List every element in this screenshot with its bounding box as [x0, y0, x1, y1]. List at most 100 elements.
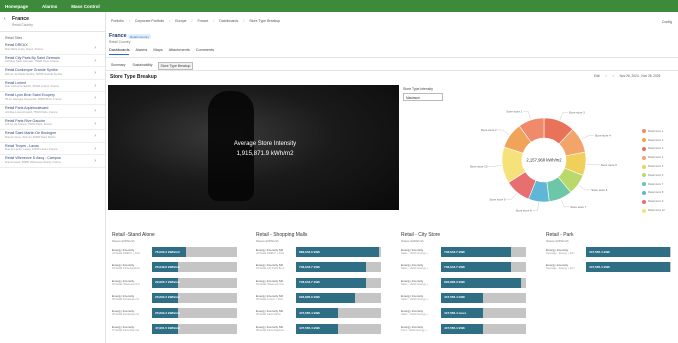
page-badge: Retail Country [128, 34, 152, 39]
site-address: 100 Rue Saint Germain, 75006 Paris, Fran… [5, 60, 59, 64]
bar-value: 447,565.4 kWh [299, 310, 321, 315]
legend-item[interactable]: Retail store 10 [642, 206, 665, 215]
edit-button[interactable]: Edit [594, 74, 600, 78]
card-row[interactable]: Energy Intensity Sales - HVAC Energy +447… [401, 292, 527, 304]
legend-item[interactable]: Retail store 5 [642, 162, 665, 171]
chevron-right-icon: › [94, 107, 96, 114]
sidebar-site-item[interactable]: Retail Paris Aqueboulevard 4-6 Rue Louis … [0, 105, 105, 118]
legend-label: Retail store 10 [648, 209, 665, 213]
card-row[interactable]: Energy Intensity Sales - HVAC Energy +626… [401, 277, 527, 289]
hero-value: 1,915,871.9 kWh/m2 [236, 150, 294, 157]
row-sublabel: 06 Retail Saint Martin [256, 313, 281, 317]
tab-alarms[interactable]: Alarms [135, 48, 147, 55]
nav-alarms[interactable]: Alarms [42, 4, 57, 9]
bar-value: 29,905.7 kWh/m2 [155, 280, 180, 285]
slice-label: Store store 3 [569, 111, 585, 115]
back-icon[interactable]: ‹ [4, 16, 12, 22]
legend-item[interactable]: Retail store 2 [642, 136, 665, 145]
legend-item[interactable]: Retail store 1 [642, 127, 665, 136]
breadcrumb-item[interactable]: Dashboards [219, 19, 238, 23]
row-sublabel: Sales - HVAC Energy + [401, 282, 428, 286]
tab-maps[interactable]: Maps [153, 48, 162, 55]
card-row[interactable]: Energy Intensity 07 Retail Paris Rive Ga 4… [112, 323, 238, 335]
slice-leader-line [488, 165, 502, 167]
card-row[interactable]: Energy Intensity Mil 03 Retail City Paris… [256, 262, 382, 273]
sidebar-site-item[interactable]: Retail Lorient Rue Colonel le Sardin, 561… [0, 80, 105, 93]
card-row[interactable]: Energy Intensity SCH - HVAC Energy +447,5… [401, 323, 527, 335]
bar-value: 626,806.3 kWh [444, 280, 466, 285]
card-row[interactable]: Energy Intensity 02 Retail Villeneuve D A… [112, 277, 238, 289]
store-type-cards: Retail -Stand Alone Stores (kWh/m2) Energy… [112, 232, 678, 342]
card-row[interactable]: Energy Intensity 05 Retail Dunkerque Gr 25… [112, 292, 238, 304]
card-row[interactable]: Energy Intensity 06 Retail Dunkerque Gr 25… [112, 308, 238, 319]
subtab-store-type-breakup[interactable]: Store Type Breakup [157, 62, 194, 70]
card-row[interactable]: Energy Intensity Sales - HVAC Energy +447… [401, 308, 527, 319]
card-row[interactable]: Energy Intensity Mil 05 Retail Lorient + … [256, 292, 382, 304]
card-row[interactable]: Energy Intensity 04 Retail DREUX + Pow 76,… [112, 247, 238, 258]
legend-item[interactable]: Retail store 7 [642, 180, 665, 189]
site-address: Rue de Gime, ZAC du, 62280 Saint Martin [5, 135, 56, 139]
tab-attachments[interactable]: Attachments [169, 48, 190, 55]
breadcrumb-item[interactable]: France [197, 19, 208, 23]
card-row[interactable]: Energy Intensity Sales - HVAC Energy +748… [401, 247, 527, 258]
sidebar-site-item[interactable]: Retail City Paris By Saint Germain 100 Ru… [0, 55, 105, 68]
sidebar-site-item[interactable]: Retail Paris Rive Gauche 115 Av. de Franc… [0, 118, 105, 131]
sidebar-site-item[interactable]: Retail Saint Martin De Boulogne Rue de Gi… [0, 130, 105, 143]
legend-item[interactable]: Retail store 6 [642, 171, 665, 180]
breadcrumb-item[interactable]: Portfolio [111, 19, 124, 23]
sidebar-site-item[interactable]: Retail DREUX Rue Marie Curie, Dreux, Fran… [0, 42, 105, 55]
sidebar-header: ‹ France Retail Country [0, 12, 105, 32]
slice-leader-line [581, 135, 594, 140]
row-sublabel: SCH - HVAC Energy + [401, 328, 427, 332]
bar-value: 76,633.2 kWh/m2 [155, 249, 180, 254]
top-navigation-bar: Homepage Alarms Mass Control [0, 0, 678, 12]
breadcrumb-separator: / [169, 19, 171, 23]
subtab-sustainability[interactable]: Sustainability [131, 62, 155, 70]
tab-dashboards[interactable]: Dashboards [109, 48, 130, 55]
sidebar-site-item[interactable]: Retail Troyes - Lavau Rue de Lavau, Lavau… [0, 143, 105, 156]
card-row[interactable]: Energy Intensity Openage - Energy + ELY 44… [546, 262, 672, 273]
breadcrumb-separator: / [128, 19, 130, 23]
legend-item[interactable]: Retail store 9 [642, 197, 665, 206]
site-address: 115 Av. de France, 75013 Paris, France [5, 123, 53, 127]
breadcrumb-item[interactable]: Store Type Breakup [249, 19, 280, 23]
hero-label: Average Store Intensity [233, 141, 297, 147]
chevron-right-icon: › [94, 145, 96, 152]
slice-leader-line [532, 202, 539, 211]
date-range-picker[interactable]: Nov 26, 2024 - Nov 26, 2025 [620, 74, 661, 78]
row-sublabel: 04 Retail DREUX + Pow [112, 252, 141, 255]
sidebar-site-item[interactable]: Retail Dunkerque Grande Synthe 200 Av. de… [0, 67, 105, 80]
next-period-button[interactable]: › [613, 74, 614, 78]
breadcrumb-item[interactable]: Corporate Portfolio [135, 19, 164, 23]
subtab-summary[interactable]: Summary [109, 62, 128, 70]
subtabs-divider [106, 70, 678, 71]
sidebar-site-item[interactable]: Retail Villeneuve D Ascq - Campus Rue du … [0, 155, 105, 168]
legend-item[interactable]: Retail store 3 [642, 145, 665, 154]
card-title: Retail - Park [546, 232, 574, 238]
slice-label: Store store 9 [489, 197, 505, 201]
card-title: Retail -Stand Alone [112, 232, 155, 238]
page-title: France [109, 33, 127, 39]
bar-value: 447,565.4 more [444, 310, 467, 315]
store-type-select[interactable]: Maximum [403, 93, 443, 101]
chevron-right-icon: › [94, 70, 96, 77]
legend-label: Retail store 7 [648, 182, 664, 186]
row-sublabel: 06 Retail Dunkerque Gr [112, 313, 140, 317]
card-row[interactable]: Energy Intensity 03 Retail Paris Aquebou 2… [112, 262, 238, 273]
card-row[interactable]: Energy Intensity Mil 02 Retail DREUX + Po… [256, 247, 382, 258]
nav-homepage[interactable]: Homepage [5, 4, 28, 9]
tab-comments[interactable]: Comments [196, 48, 214, 55]
card-row[interactable]: Energy Intensity Mil 06 Retail Saint Mart… [256, 308, 382, 319]
breadcrumb-item[interactable]: Europe [175, 19, 186, 23]
sidebar-site-item[interactable]: Retail Lyon Bron Saint Exupery 35 Av. Geo… [0, 92, 105, 105]
legend-item[interactable]: Retail store 8 [642, 189, 665, 198]
card-row[interactable]: Energy Intensity Sales - HVAC Energy +748… [401, 262, 527, 273]
config-button[interactable]: Config [662, 20, 672, 24]
legend-swatch [642, 146, 646, 151]
card-row[interactable]: Energy Intensity Mil 04 Retail Villeneuve… [256, 277, 382, 289]
card-row[interactable]: Energy Intensity Mil 08 Retail Paris Aque… [256, 323, 382, 335]
card-row[interactable]: Energy Intensity Openage - Energy + ELY 44… [546, 247, 672, 258]
prev-period-button[interactable]: ‹ [606, 74, 607, 78]
nav-mass-control[interactable]: Mass Control [71, 4, 100, 9]
legend-item[interactable]: Retail store 4 [642, 153, 665, 162]
